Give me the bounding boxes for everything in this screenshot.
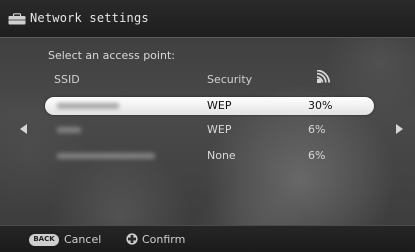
security-value: WEP — [207, 99, 232, 112]
dpad-icon — [126, 233, 138, 245]
signal-value: 6% — [308, 123, 326, 136]
column-header-security: Security — [207, 73, 253, 86]
access-point-row-1[interactable]: WEP 30% — [45, 97, 374, 115]
access-point-row-2[interactable]: WEP 6% — [45, 121, 374, 139]
network-settings-screen: Network settings Select an access point:… — [0, 0, 415, 252]
ssid-redacted — [57, 103, 119, 109]
title-bar: Network settings — [0, 0, 415, 38]
footer-bar: BACK Cancel Confirm — [0, 225, 415, 252]
toolbox-icon — [8, 13, 26, 25]
ssid-redacted — [57, 127, 81, 133]
back-button-label: BACK — [33, 235, 55, 243]
wifi-signal-icon — [316, 70, 331, 83]
window-title: Network settings — [30, 11, 149, 25]
confirm-label[interactable]: Confirm — [142, 233, 185, 246]
security-value: None — [207, 149, 236, 162]
arrow-left-icon[interactable] — [20, 124, 27, 134]
ssid-redacted — [57, 153, 155, 159]
back-button[interactable]: BACK — [29, 234, 59, 246]
column-header-ssid: SSID — [54, 73, 80, 86]
arrow-right-icon[interactable] — [396, 124, 403, 134]
cancel-label[interactable]: Cancel — [64, 233, 101, 246]
signal-value: 30% — [308, 99, 333, 112]
prompt-text: Select an access point: — [48, 49, 175, 62]
security-value: WEP — [207, 123, 232, 136]
signal-value: 6% — [308, 149, 326, 162]
access-point-row-3[interactable]: None 6% — [45, 147, 374, 165]
